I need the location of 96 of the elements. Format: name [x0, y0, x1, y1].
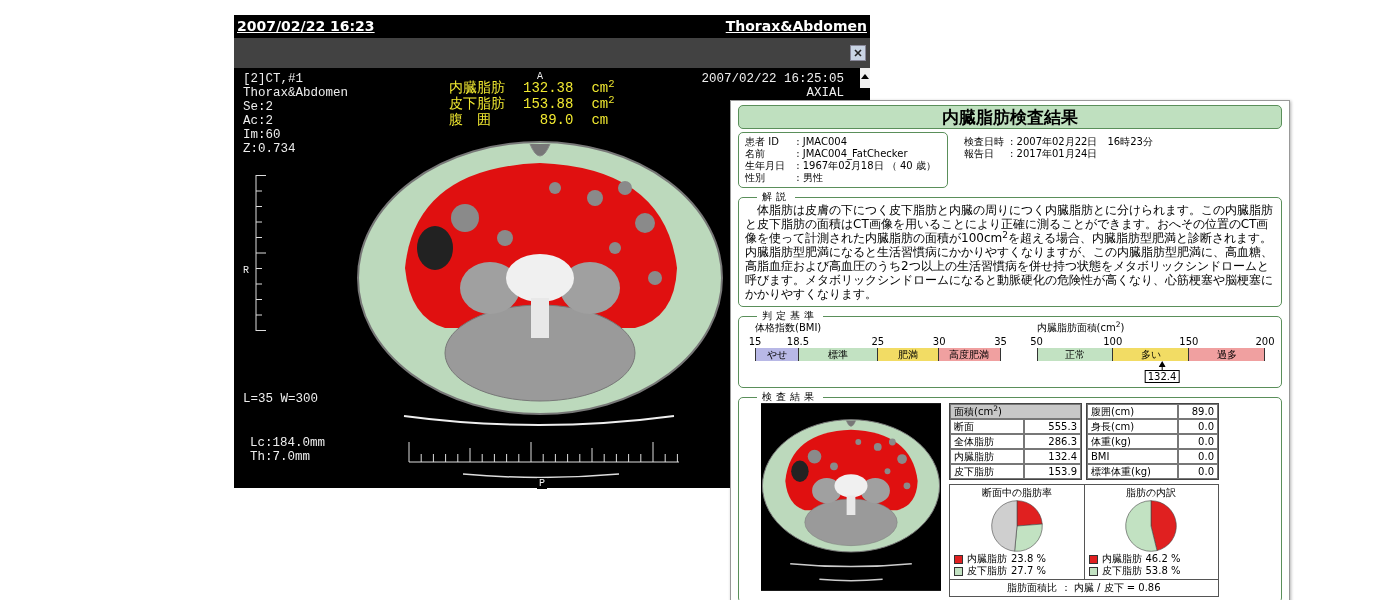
table-cell: BMI — [1087, 449, 1178, 464]
scale-segment: 肥満 — [878, 348, 940, 361]
acquisition-time: 2007/02/22 16:25:05 — [701, 72, 844, 86]
table-cell: 0.0 — [1177, 464, 1218, 479]
tick-label: 200 — [1255, 336, 1275, 348]
section-heading: 判定基準 — [761, 310, 819, 322]
info-line: Thorax&Abdomen — [243, 86, 349, 100]
tick-label: 30 — [932, 336, 946, 348]
legend-label: 内臓脂肪 — [1101, 553, 1142, 565]
title-date: 2007/02/22 16:23 — [237, 17, 375, 36]
scale-segment: 多い — [1113, 348, 1190, 361]
scale-segment: 標準 — [798, 348, 879, 361]
section-heading: 解説 — [761, 191, 791, 203]
field-label: 名前 — [745, 148, 766, 160]
legend-value: 53.8 % — [1145, 565, 1181, 577]
field-value: : 男性 — [796, 172, 824, 184]
measurement-unit: cm — [591, 112, 610, 128]
orientation-label: A — [537, 70, 543, 82]
pie-slice — [1125, 500, 1158, 552]
tick-label: 18.5 — [786, 336, 810, 348]
measurement-label: 皮下脂肪 — [449, 96, 505, 112]
chart-title: 断面中の脂肪率 — [980, 487, 1053, 499]
orientation-label: R — [243, 264, 249, 278]
table-header: 面積(cm$^{2}$) — [950, 404, 1081, 419]
chart-title: 脂肪の内訳 — [1125, 487, 1178, 499]
field-label: 報告日 — [964, 148, 995, 160]
explanation-text: 体脂肪は皮膚の下につく皮下脂肪と内臓の周りにつく内臓脂肪とに分けられます。この内臓脂肪と皮下脂肪の面積はCT画像を用いることにより正確に測ることができます。おへその位置のCT画像を使って計測された内臓脂肪の面積が100cm$^{2}$を超える場合、内臓脂肪型肥満と診断されます。内臓脂肪型肥満になると生活習慣病にかかりやすくなりますが、この内臓脂肪型肥満に、高血糖、高脂血症および高血圧のうち2つ以上の生活習慣病を併せ持つ状態をメタボリックシンドロームと呼びます。メタボリックシンドロームになると動脈硬化の危険性が高くなり、心筋梗塞や脳梗塞にかかりやすくなります。 — [745, 203, 1274, 301]
table-cell: 全体脂肪 — [950, 434, 1025, 449]
orientation-label: P — [537, 478, 547, 489]
legend-value: 23.8 % — [1011, 553, 1046, 565]
tick-label: 25 — [871, 336, 885, 348]
geometry-line: Lc:184.0mm — [250, 436, 325, 450]
info-line: Z:0.734 — [243, 142, 297, 156]
table-cell: 標準体重(kg) — [1087, 464, 1178, 479]
table-cell: 132.4 — [1024, 449, 1081, 464]
scale-segment: やせ — [756, 348, 799, 361]
section-heading: 検査結果 — [761, 391, 819, 403]
plane-label: AXIAL — [805, 86, 844, 100]
tick-label: 100 — [1103, 336, 1123, 348]
report-title: 内臓脂肪検査結果 — [738, 105, 1282, 129]
field-value: : JMAC004 — [796, 136, 848, 148]
info-line: Im:60 — [243, 128, 282, 142]
table-cell: 腹囲(cm) — [1087, 404, 1178, 419]
pie-slice — [1150, 500, 1177, 551]
fat-area-ratio: 脂肪面積比 ： 内臓 / 皮下 = 0.86 — [950, 579, 1218, 596]
scale-segment: 過多 — [1189, 348, 1265, 361]
tick-label: 50 — [1030, 336, 1043, 348]
field-value: : 1967年02月18日 （ 40 歳） — [796, 160, 937, 172]
table-cell: 555.3 — [1024, 419, 1081, 434]
tick-label: 15 — [748, 336, 762, 348]
window-level: L=35 W=300 — [243, 392, 318, 406]
close-icon — [853, 48, 863, 58]
scale-title: 内臓脂肪面積(cm$^{2}$) — [1036, 322, 1126, 334]
field-label: 性別 — [745, 172, 766, 184]
measurement-value: 89.0 — [538, 112, 574, 128]
table-cell: 0.0 — [1177, 449, 1218, 464]
table-cell: 89.0 — [1177, 404, 1218, 419]
table-cell: 体重(kg) — [1087, 434, 1178, 449]
scale-segment: 正常 — [1037, 348, 1114, 361]
scale-title: 体格指数(BMI) — [755, 322, 823, 334]
table-cell: 内臓脂肪 — [950, 449, 1025, 464]
measurement-value: 132.38 — [523, 80, 574, 96]
measurement-unit: cm$^{2}$ — [591, 80, 615, 96]
field-label: 生年月日 — [745, 160, 786, 172]
close-button[interactable] — [850, 45, 866, 61]
field-value: : 2017年01月24日 — [1010, 148, 1099, 160]
measurement-value: 153.88 — [523, 96, 574, 112]
legend-label: 皮下脂肪 — [967, 565, 1007, 577]
marker-reading: 132.4 — [1144, 370, 1180, 383]
legend-label: 内臓脂肪 — [967, 553, 1007, 565]
table-cell: 断面 — [950, 419, 1025, 434]
scale-segment: 高度肥満 — [939, 348, 1001, 361]
info-line: Ac:2 — [243, 114, 274, 128]
field-value: : 2007年02月22日 16時23分 — [1010, 136, 1153, 148]
measurement-unit: cm$^{2}$ — [591, 96, 615, 112]
legend-value: 27.7 % — [1011, 565, 1046, 577]
table-cell: 身長(cm) — [1087, 419, 1178, 434]
legend-label: 皮下脂肪 — [1101, 565, 1142, 577]
tick-label: 35 — [994, 336, 1007, 348]
table-cell: 0.0 — [1177, 434, 1218, 449]
legend-value: 46.2 % — [1145, 553, 1181, 565]
title-series: Thorax&Abdomen — [725, 17, 867, 36]
scrollbar[interactable] — [860, 68, 870, 88]
info-line: Se:2 — [243, 100, 274, 114]
info-line: [2]CT,#1 — [243, 72, 304, 86]
geometry-line: Th:7.0mm — [250, 450, 311, 464]
measurement-label: 内臓脂肪 — [449, 80, 505, 96]
field-value: : JMAC004_FatChecker — [796, 148, 909, 160]
table-cell: 0.0 — [1177, 419, 1218, 434]
measurement-label: 腹 囲 — [449, 112, 492, 128]
table-cell: 皮下脂肪 — [950, 464, 1025, 479]
field-label: 検査日時 — [964, 136, 1004, 148]
table-cell: 286.3 — [1024, 434, 1081, 449]
table-cell: 153.9 — [1024, 464, 1081, 479]
field-label: 患者 ID — [745, 136, 780, 148]
tick-label: 150 — [1179, 336, 1199, 348]
